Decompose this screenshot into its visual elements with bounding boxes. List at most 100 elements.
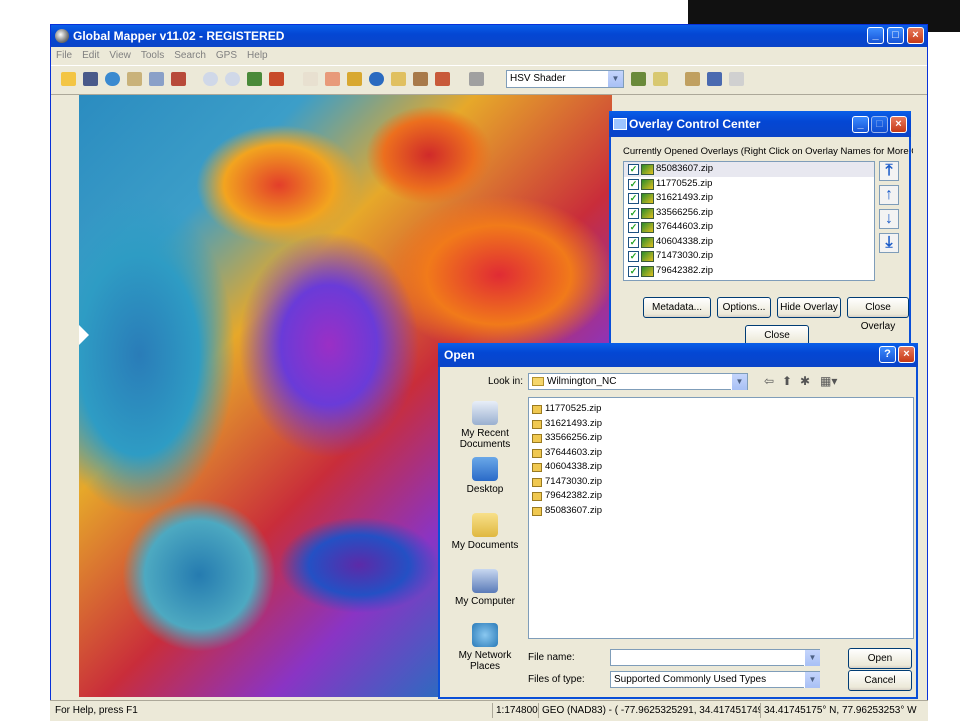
file-list[interactable]: 11770525.zip 31621493.zip 33566256.zip 3… (528, 397, 914, 639)
export-icon[interactable] (705, 70, 724, 89)
shader-value: HSV Shader (510, 73, 566, 84)
checkbox-icon[interactable]: ✓ (628, 178, 639, 190)
open-title-bar[interactable]: Open ? × (438, 343, 918, 367)
overlay-control-icon[interactable] (125, 70, 144, 89)
zoom-box-icon[interactable] (245, 70, 264, 89)
config-icon[interactable] (147, 70, 166, 89)
overlay-item[interactable]: ✓ 37644603.zip (624, 220, 874, 235)
overlay-item[interactable]: ✓ 71473030.zip (624, 249, 874, 264)
home-icon[interactable] (267, 70, 286, 89)
checkbox-icon[interactable]: ✓ (628, 236, 639, 248)
menu-file[interactable]: File (51, 47, 77, 61)
place-my-computer[interactable]: My Computer (446, 569, 524, 607)
globe-icon (55, 29, 69, 43)
menu-gps[interactable]: GPS (211, 47, 242, 61)
checkbox-icon[interactable]: ✓ (628, 207, 639, 219)
menu-view[interactable]: View (104, 47, 136, 61)
digitizer-icon[interactable] (301, 70, 320, 89)
layer-icon (641, 222, 654, 233)
help-button[interactable]: ? (879, 346, 896, 363)
checkbox-icon[interactable]: ✓ (628, 222, 639, 233)
file-item[interactable]: 71473030.zip (529, 475, 913, 490)
close-overlay-button[interactable]: Close Overlay (847, 297, 909, 332)
up-folder-icon[interactable]: ⬆ (782, 374, 792, 388)
checkbox-icon[interactable]: ✓ (628, 193, 639, 204)
move-to-top-icon[interactable]: ⤒ (879, 161, 899, 181)
file-item[interactable]: 85083607.zip (529, 504, 913, 519)
minimize-button[interactable]: _ (867, 27, 884, 44)
checkbox-icon[interactable]: ✓ (628, 251, 639, 262)
overlay-item[interactable]: ✓ 31621493.zip (624, 191, 874, 206)
chevron-down-icon[interactable]: ▼ (804, 672, 820, 688)
shader-select[interactable]: HSV Shader ▼ (506, 70, 624, 88)
file-item[interactable]: 33566256.zip (529, 431, 913, 446)
draw-icon[interactable] (433, 70, 452, 89)
view-menu-icon[interactable]: ▦▾ (820, 374, 837, 388)
file-item[interactable]: 37644603.zip (529, 446, 913, 461)
menu-search[interactable]: Search (169, 47, 211, 61)
options-button[interactable]: Options... (717, 297, 771, 318)
main-title-bar[interactable]: Global Mapper v11.02 - REGISTERED _ □ × (51, 25, 927, 47)
overlay-item[interactable]: ✓ 11770525.zip (624, 177, 874, 192)
open-button[interactable]: Open (848, 648, 912, 669)
open-folder-icon[interactable] (59, 70, 78, 89)
metadata-button[interactable]: Metadata... (643, 297, 711, 318)
overlay-item[interactable]: ✓ 79642382.zip (624, 264, 874, 279)
status-help: For Help, press F1 (55, 705, 138, 716)
tower-icon[interactable] (411, 70, 430, 89)
place-recent-documents[interactable]: My Recent Documents (446, 401, 524, 450)
feature-info-icon[interactable] (367, 70, 386, 89)
menu-edit[interactable]: Edit (77, 47, 104, 61)
file-item[interactable]: 11770525.zip (529, 402, 913, 417)
zip-folder-icon (532, 463, 542, 472)
tools-icon[interactable] (169, 70, 188, 89)
chevron-down-icon[interactable]: ▼ (731, 374, 747, 390)
overlay-item[interactable]: ✓ 85083607.zip (624, 162, 874, 177)
close-button[interactable]: × (907, 27, 924, 44)
look-in-combo[interactable]: Wilmington_NC ▼ (528, 373, 748, 390)
checkbox-icon[interactable]: ✓ (628, 265, 639, 277)
occ-minimize-button[interactable]: _ (852, 116, 869, 133)
files-of-type-select[interactable]: Supported Commonly Used Types (610, 671, 820, 688)
terrain-icon[interactable] (683, 70, 702, 89)
new-folder-icon[interactable]: ✱ (800, 374, 810, 388)
overlay-control-center: Overlay Control Center _ □ × Currently O… (609, 111, 913, 351)
globe-tool-icon[interactable] (103, 70, 122, 89)
file-item[interactable]: 40604338.zip (529, 460, 913, 475)
cancel-button[interactable]: Cancel (848, 670, 912, 691)
shader-options-icon[interactable] (629, 70, 648, 89)
save-icon[interactable] (81, 70, 100, 89)
measure-icon[interactable] (345, 70, 364, 89)
place-my-documents[interactable]: My Documents (446, 513, 524, 551)
maximize-button[interactable]: □ (887, 27, 904, 44)
back-icon[interactable]: ⇦ (764, 374, 774, 388)
3d-shader-icon[interactable] (651, 70, 670, 89)
menu-help[interactable]: Help (242, 47, 273, 61)
zoom-in-icon[interactable] (201, 70, 220, 89)
3d-view-icon[interactable] (467, 70, 486, 89)
occ-close-button[interactable]: × (890, 116, 907, 133)
open-close-button[interactable]: × (898, 346, 915, 363)
move-to-bottom-icon[interactable]: ⤓ (879, 233, 899, 253)
file-item[interactable]: 79642382.zip (529, 489, 913, 504)
menu-tools[interactable]: Tools (136, 47, 169, 61)
place-desktop[interactable]: Desktop (446, 457, 524, 495)
overlay-list[interactable]: ✓ 85083607.zip ✓ 11770525.zip ✓ 31621493.zi… (623, 161, 875, 281)
overlay-item[interactable]: ✓ 33566256.zip (624, 206, 874, 221)
move-down-icon[interactable]: ↓ (879, 209, 899, 229)
checkbox-icon[interactable]: ✓ (628, 164, 639, 175)
grid-icon[interactable] (727, 70, 746, 89)
overlay-item[interactable]: ✓ 40604338.zip (624, 235, 874, 250)
chevron-down-icon[interactable]: ▼ (607, 71, 623, 87)
path-profile-icon[interactable] (389, 70, 408, 89)
file-name-input[interactable] (610, 649, 820, 666)
look-in-label: Look in: (488, 376, 524, 387)
zoom-out-icon[interactable] (223, 70, 242, 89)
move-up-icon[interactable]: ↑ (879, 185, 899, 205)
file-item[interactable]: 31621493.zip (529, 417, 913, 432)
hide-overlay-button[interactable]: Hide Overlay (777, 297, 841, 318)
place-network[interactable]: My Network Places (446, 623, 524, 672)
occ-title-bar[interactable]: Overlay Control Center _ □ × (609, 111, 911, 137)
chevron-down-icon[interactable]: ▼ (804, 650, 820, 666)
pan-icon[interactable] (323, 70, 342, 89)
